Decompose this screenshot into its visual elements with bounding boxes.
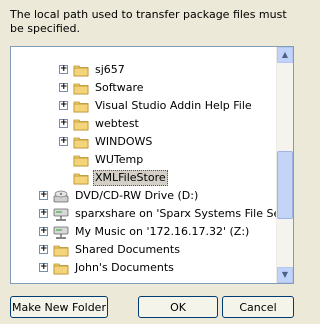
expand-toggle-icon[interactable]: +	[39, 227, 48, 236]
expand-toggle-icon[interactable]: +	[39, 191, 48, 200]
tree-item[interactable]: WUTemp	[11, 151, 277, 169]
scroll-down-button[interactable]: ▼	[277, 267, 293, 283]
tree-item-label: webtest	[95, 117, 139, 130]
tree-item[interactable]: XMLFileStore	[11, 169, 277, 187]
tree-item-label: sj657	[95, 63, 125, 76]
expand-toggle-icon[interactable]: +	[39, 209, 48, 218]
tree-item-label: sparxshare on 'Sparx Systems File Server…	[75, 207, 294, 220]
scroll-thumb[interactable]	[277, 151, 293, 219]
tree-item-label: WUTemp	[95, 153, 144, 166]
folder-icon	[53, 242, 69, 258]
tree-item[interactable]: + My Music on '172.16.17.32' (Z:)	[11, 223, 277, 241]
tree-item[interactable]: + Shared Documents	[11, 241, 277, 259]
tree-item[interactable]: + sj657	[11, 61, 277, 79]
folder-icon	[53, 260, 69, 276]
network-drive-icon	[53, 224, 69, 240]
folder-icon	[73, 170, 89, 186]
network-drive-icon	[53, 206, 69, 222]
tree-item-label: Shared Documents	[75, 243, 180, 256]
expand-toggle-icon[interactable]: +	[59, 65, 68, 74]
expand-toggle-icon[interactable]: +	[59, 101, 68, 110]
folder-icon	[73, 80, 89, 96]
tree-item-label: DVD/CD-RW Drive (D:)	[75, 189, 199, 202]
folder-icon	[73, 134, 89, 150]
tree-item[interactable]: + Software	[11, 79, 277, 97]
folder-icon	[73, 62, 89, 78]
folder-icon	[73, 98, 89, 114]
folder-tree[interactable]: + sj657 + Software + Visual Studio Addin Help…	[10, 46, 294, 284]
vertical-scrollbar[interactable]: ▲ ▼	[276, 47, 293, 283]
tree-item[interactable]: + webtest	[11, 115, 277, 133]
expand-toggle-icon[interactable]: +	[59, 119, 68, 128]
tree-item-label: My Music on '172.16.17.32' (Z:)	[75, 225, 250, 238]
expand-toggle-icon[interactable]: +	[59, 83, 68, 92]
tree-item-label: Software	[95, 81, 144, 94]
instruction-text: The local path used to transfer package …	[10, 8, 287, 35]
tree-item[interactable]: + DVD/CD-RW Drive (D:)	[11, 187, 277, 205]
expand-toggle-icon[interactable]: +	[39, 263, 48, 272]
tree-item[interactable]: + sparxshare on 'Sparx Systems File Serve…	[11, 205, 293, 223]
folder-icon	[73, 116, 89, 132]
tree-item-label: WINDOWS	[95, 135, 153, 148]
scroll-up-button[interactable]: ▲	[277, 47, 293, 63]
cancel-button[interactable]: Cancel	[222, 296, 294, 318]
folder-icon	[73, 152, 89, 168]
tree-item[interactable]: + Visual Studio Addin Help File	[11, 97, 277, 115]
tree-item-label: John's Documents	[75, 261, 174, 274]
cd-drive-icon	[53, 188, 69, 204]
make-new-folder-button[interactable]: Make New Folder	[10, 296, 108, 318]
tree-item[interactable]: + WINDOWS	[11, 133, 277, 151]
expand-toggle-icon[interactable]: +	[39, 245, 48, 254]
ok-button[interactable]: OK	[138, 296, 218, 318]
tree-item[interactable]: + John's Documents	[11, 259, 277, 277]
tree-item-label: XMLFileStore	[93, 170, 168, 186]
tree-item-label: Visual Studio Addin Help File	[95, 99, 252, 112]
expand-toggle-icon[interactable]: +	[59, 137, 68, 146]
